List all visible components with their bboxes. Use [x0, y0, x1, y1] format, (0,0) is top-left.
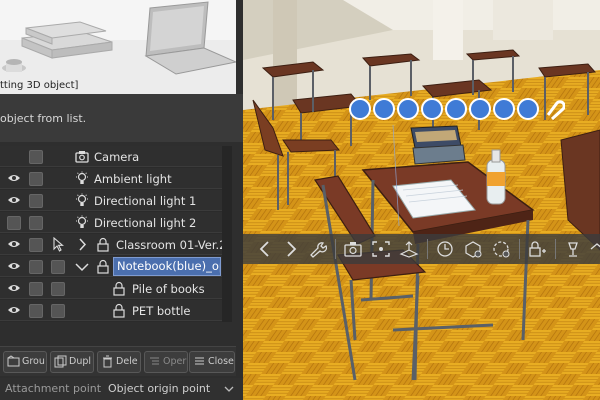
delete-button[interactable]: Dele	[97, 351, 141, 373]
move-camera-icon[interactable]	[349, 98, 371, 120]
toolbar-separator	[555, 239, 556, 259]
chevron-down-icon	[224, 386, 234, 392]
light-bulb-icon	[76, 215, 88, 228]
lock-add-icon[interactable]	[527, 240, 547, 258]
visibility-eye-icon[interactable]	[7, 195, 21, 205]
lamp-icon[interactable]	[563, 240, 583, 258]
collapse-icon	[195, 357, 204, 365]
ground-icon[interactable]	[399, 240, 419, 258]
list-item-label: Pile of books	[132, 282, 205, 296]
object-preview: tting 3D object]	[0, 0, 236, 94]
list-item-ambient-light[interactable]: Ambient light	[0, 168, 222, 189]
cursor-icon[interactable]	[51, 237, 67, 252]
rotate-icon[interactable]	[445, 98, 467, 120]
object-reset-icon[interactable]	[491, 240, 511, 258]
lock-checkbox[interactable]	[29, 194, 43, 208]
close-button[interactable]: Close	[189, 351, 235, 373]
toolbar-separator	[335, 239, 336, 259]
object-launcher-toolbar	[243, 234, 600, 264]
select-checkbox[interactable]	[51, 304, 65, 318]
layer-toolbar: Grou Dupl Dele Oper Close	[0, 346, 236, 376]
attachment-label: Attachment point	[5, 382, 102, 395]
cube-scale-icon[interactable]	[517, 98, 539, 120]
classroom-scene[interactable]	[243, 0, 600, 400]
preview-caption: tting 3D object]	[0, 80, 79, 91]
list-item-label-selected[interactable]: Notebook(blue)_open	[113, 257, 221, 276]
duplicate-button[interactable]: Dupl	[50, 351, 94, 373]
list-item-label: PET bottle	[132, 304, 191, 318]
list-scrollbar[interactable]	[222, 146, 232, 322]
list-item-label: Directional light 2	[94, 216, 197, 230]
cube-move-icon[interactable]	[493, 98, 515, 120]
trash-icon	[103, 355, 112, 368]
visibility-eye-icon[interactable]	[7, 283, 21, 293]
camera-icon	[75, 151, 89, 163]
cube-rotate-icon[interactable]	[469, 98, 491, 120]
light-bulb-icon	[76, 193, 88, 206]
lock-icon	[97, 237, 109, 252]
3d-viewport[interactable]	[243, 0, 600, 400]
instruction-text: object from list.	[0, 112, 87, 125]
visibility-eye-icon[interactable]	[7, 173, 21, 183]
expand-icon	[150, 357, 159, 365]
folder-add-icon	[7, 355, 20, 367]
list-item-classroom[interactable]: Classroom 01-Ver.2	[0, 234, 226, 255]
chevron-right-icon[interactable]	[74, 237, 90, 252]
compass-icon[interactable]	[435, 240, 455, 258]
attachment-point-select[interactable]: Object origin point	[104, 380, 238, 398]
more-icon[interactable]	[587, 240, 600, 258]
lock-checkbox[interactable]	[29, 216, 43, 230]
list-item-label: Camera	[94, 150, 140, 164]
toolbar-separator	[427, 239, 428, 259]
lock-checkbox[interactable]	[29, 238, 43, 252]
wrench-icon[interactable]	[307, 240, 327, 258]
list-item-label: Classroom 01-Ver.2	[116, 238, 227, 252]
pan-icon[interactable]	[373, 98, 395, 120]
lock-checkbox[interactable]	[29, 304, 43, 318]
attachment-value: Object origin point	[108, 382, 211, 395]
camera-icon[interactable]	[343, 240, 363, 258]
group-button[interactable]: Grou	[3, 351, 47, 373]
object-list[interactable]: Camera Ambient light Directional light 1	[0, 146, 232, 322]
move-horizontal-icon[interactable]	[397, 98, 419, 120]
select-checkbox[interactable]	[51, 282, 65, 296]
visibility-eye-icon[interactable]	[7, 305, 21, 315]
list-item-pet-bottle[interactable]: PET bottle	[0, 300, 222, 321]
lock-checkbox[interactable]	[29, 150, 43, 164]
list-item-pile-of-books[interactable]: Pile of books	[0, 278, 222, 299]
chevron-right-icon[interactable]	[281, 240, 301, 258]
list-item-directional-light-2[interactable]: Directional light 2	[0, 212, 222, 233]
toolbar-separator	[519, 239, 520, 259]
lock-icon	[113, 281, 125, 296]
list-item-camera[interactable]: Camera	[0, 146, 222, 167]
lock-icon	[97, 259, 109, 274]
lock-checkbox[interactable]	[29, 282, 43, 296]
move-cross-icon[interactable]	[421, 98, 443, 120]
open-button[interactable]: Oper	[144, 351, 188, 373]
duplicate-icon	[54, 355, 67, 368]
visibility-eye-icon[interactable]	[7, 261, 21, 271]
lock-icon	[113, 303, 125, 318]
chevron-down-icon[interactable]	[74, 259, 90, 274]
list-item-label: Ambient light	[94, 172, 172, 186]
object-rotate-icon[interactable]	[463, 240, 483, 258]
light-bulb-icon	[76, 171, 88, 184]
list-item-directional-light-1[interactable]: Directional light 1	[0, 190, 222, 211]
visibility-eye-icon[interactable]	[7, 239, 21, 249]
visibility-checkbox[interactable]	[7, 216, 21, 230]
list-item-label: Directional light 1	[94, 194, 197, 208]
magnet-icon[interactable]	[543, 98, 566, 121]
chevron-left-icon[interactable]	[255, 240, 275, 258]
list-item-notebook[interactable]: Notebook(blue)_open	[0, 256, 222, 277]
object-panel: tting 3D object] object from list. Camer…	[0, 0, 243, 400]
select-checkbox[interactable]	[51, 260, 65, 274]
frame-fit-icon[interactable]	[371, 240, 391, 258]
lock-checkbox[interactable]	[29, 172, 43, 186]
lock-checkbox[interactable]	[29, 260, 43, 274]
attachment-row: Attachment point Object origin point	[0, 378, 243, 400]
